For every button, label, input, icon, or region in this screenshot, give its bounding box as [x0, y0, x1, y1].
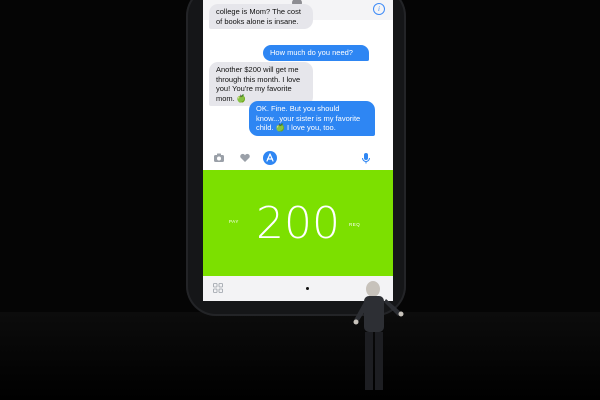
phone-screen: Adam i college is Mom? The cost of books… [203, 0, 393, 301]
message-bubble-incoming[interactable]: college is Mom? The cost of books alone … [209, 4, 313, 29]
digital-touch-heart-icon[interactable] [239, 152, 251, 164]
stage-floor [0, 312, 600, 400]
camera-icon[interactable] [213, 152, 225, 164]
message-input-row [203, 146, 393, 170]
presenter-on-stage [353, 281, 404, 390]
request-button[interactable]: REQ [349, 222, 360, 227]
info-icon[interactable]: i [373, 3, 385, 15]
payment-amount[interactable]: 200 [248, 198, 348, 250]
payment-amount-panel[interactable]: PAY 200 REQ [203, 170, 393, 276]
page-indicator-dot [306, 287, 309, 290]
message-bubble-incoming[interactable]: Another $200 will get me through this mo… [209, 62, 313, 106]
app-store-icon[interactable] [263, 151, 277, 165]
pay-button[interactable]: PAY [229, 219, 239, 224]
microphone-icon[interactable] [361, 152, 371, 164]
message-bubble-outgoing[interactable]: OK. Fine. But you should know...your sis… [249, 101, 375, 136]
message-bubble-outgoing[interactable]: How much do you need? [263, 45, 369, 61]
app-grid-icon[interactable] [213, 283, 223, 293]
